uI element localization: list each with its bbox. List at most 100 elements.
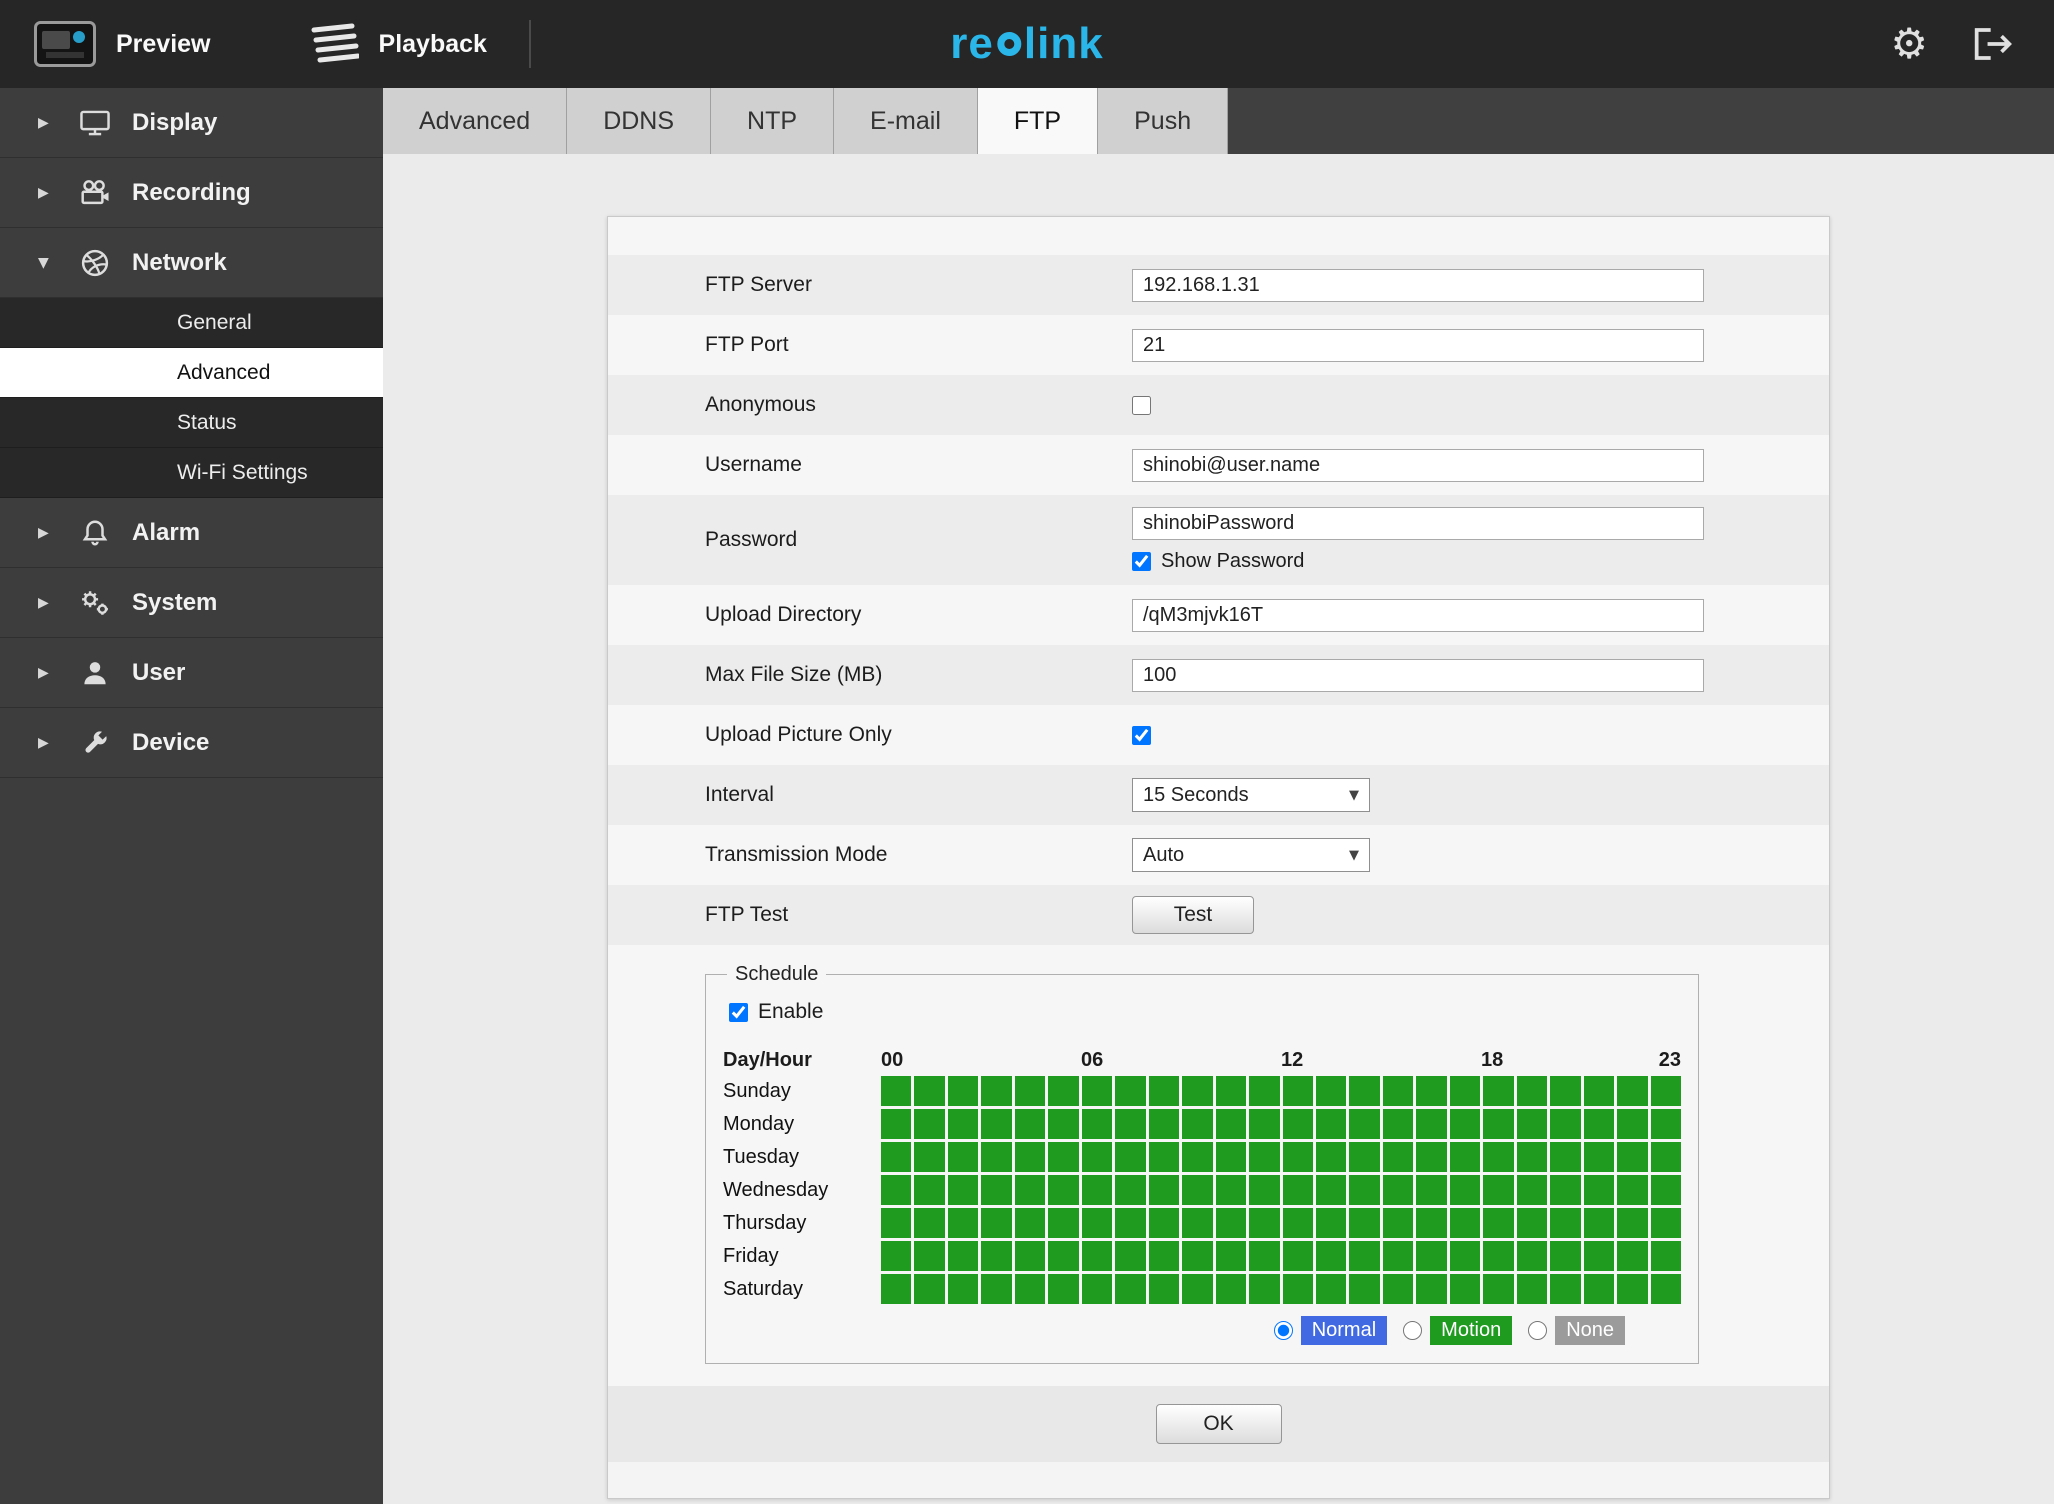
schedule-cell[interactable] [1516, 1076, 1548, 1106]
schedule-cell[interactable] [1182, 1109, 1213, 1139]
schedule-cell[interactable] [1583, 1175, 1615, 1205]
schedule-cell[interactable] [1650, 1109, 1681, 1139]
schedule-cell[interactable] [1516, 1109, 1548, 1139]
schedule-cell[interactable] [881, 1241, 912, 1271]
schedule-cell[interactable] [1315, 1175, 1347, 1205]
schedule-cell[interactable] [1449, 1175, 1481, 1205]
sidebar-item-recording[interactable]: ▶ Recording [0, 158, 383, 228]
schedule-cell[interactable] [1182, 1208, 1213, 1238]
schedule-cell[interactable] [1617, 1208, 1648, 1238]
schedule-cell[interactable] [947, 1076, 979, 1106]
schedule-cell[interactable] [981, 1208, 1012, 1238]
schedule-cell[interactable] [1315, 1241, 1347, 1271]
mode-motion-radio[interactable] [1403, 1321, 1423, 1340]
schedule-cell[interactable] [1382, 1208, 1414, 1238]
schedule-cell[interactable] [1148, 1142, 1180, 1172]
sidebar-item-system[interactable]: ▶ System [0, 568, 383, 638]
schedule-cell[interactable] [1048, 1109, 1079, 1139]
schedule-cell[interactable] [1483, 1109, 1514, 1139]
schedule-cell[interactable] [1449, 1274, 1481, 1304]
schedule-cell[interactable] [1249, 1076, 1280, 1106]
schedule-cell[interactable] [1449, 1109, 1481, 1139]
schedule-cell[interactable] [1583, 1274, 1615, 1304]
schedule-cell[interactable] [1617, 1175, 1648, 1205]
sidebar-item-advanced[interactable]: Advanced [0, 348, 383, 398]
schedule-cell[interactable] [1483, 1076, 1514, 1106]
schedule-cell[interactable] [1182, 1241, 1213, 1271]
schedule-cell[interactable] [1014, 1076, 1046, 1106]
schedule-cell[interactable] [1516, 1241, 1548, 1271]
schedule-cell[interactable] [1215, 1109, 1247, 1139]
transmission-mode-select[interactable]: Auto ▼ [1132, 838, 1370, 872]
schedule-cell[interactable] [1115, 1208, 1146, 1238]
tab-ftp[interactable]: FTP [977, 88, 1099, 154]
mode-normal-radio[interactable] [1273, 1321, 1293, 1340]
schedule-cell[interactable] [881, 1175, 912, 1205]
schedule-cell[interactable] [1416, 1241, 1447, 1271]
schedule-cell[interactable] [1483, 1142, 1514, 1172]
schedule-cell[interactable] [1516, 1208, 1548, 1238]
schedule-cell[interactable] [1349, 1109, 1380, 1139]
schedule-cell[interactable] [1014, 1241, 1046, 1271]
schedule-cell[interactable] [1516, 1274, 1548, 1304]
schedule-cell[interactable] [1282, 1208, 1313, 1238]
schedule-cell[interactable] [1617, 1109, 1648, 1139]
schedule-cell[interactable] [1249, 1109, 1280, 1139]
schedule-cell[interactable] [1249, 1208, 1280, 1238]
schedule-cell[interactable] [1182, 1175, 1213, 1205]
schedule-cell[interactable] [981, 1274, 1012, 1304]
schedule-cell[interactable] [1315, 1142, 1347, 1172]
schedule-cell[interactable] [1349, 1241, 1380, 1271]
schedule-cell[interactable] [1282, 1142, 1313, 1172]
schedule-cell[interactable] [914, 1109, 945, 1139]
schedule-cell[interactable] [1617, 1274, 1648, 1304]
anonymous-checkbox[interactable] [1132, 395, 1151, 415]
schedule-cell[interactable] [1115, 1274, 1146, 1304]
schedule-cell[interactable] [1081, 1142, 1113, 1172]
schedule-cell[interactable] [1382, 1076, 1414, 1106]
tab-ddns[interactable]: DDNS [567, 88, 712, 154]
schedule-cell[interactable] [1048, 1208, 1079, 1238]
sidebar-item-alarm[interactable]: ▶ Alarm [0, 498, 383, 568]
sidebar-item-device[interactable]: ▶ Device [0, 708, 383, 778]
schedule-cell[interactable] [1215, 1208, 1247, 1238]
ok-button[interactable]: OK [1155, 1404, 1282, 1444]
schedule-cell[interactable] [1115, 1175, 1146, 1205]
schedule-cell[interactable] [1215, 1142, 1247, 1172]
schedule-cell[interactable] [1014, 1208, 1046, 1238]
schedule-cell[interactable] [1315, 1208, 1347, 1238]
schedule-cell[interactable] [1449, 1241, 1481, 1271]
schedule-cell[interactable] [1249, 1142, 1280, 1172]
schedule-cell[interactable] [1617, 1142, 1648, 1172]
schedule-cell[interactable] [1282, 1109, 1313, 1139]
schedule-cell[interactable] [881, 1142, 912, 1172]
schedule-cell[interactable] [1182, 1076, 1213, 1106]
schedule-cell[interactable] [1148, 1076, 1180, 1106]
schedule-cell[interactable] [1148, 1175, 1180, 1205]
schedule-cell[interactable] [1650, 1142, 1681, 1172]
schedule-cell[interactable] [1014, 1274, 1046, 1304]
ftp-port-input[interactable] [1132, 328, 1704, 362]
schedule-cell[interactable] [1182, 1142, 1213, 1172]
max-file-size-input[interactable] [1132, 658, 1704, 692]
schedule-cell[interactable] [881, 1109, 912, 1139]
schedule-cell[interactable] [1148, 1241, 1180, 1271]
schedule-cell[interactable] [881, 1076, 912, 1106]
schedule-cell[interactable] [1349, 1076, 1380, 1106]
schedule-cell[interactable] [1315, 1076, 1347, 1106]
schedule-cell[interactable] [1048, 1274, 1079, 1304]
schedule-cell[interactable] [914, 1241, 945, 1271]
schedule-cell[interactable] [1249, 1175, 1280, 1205]
sidebar-item-general[interactable]: General [0, 298, 383, 348]
schedule-cell[interactable] [1382, 1142, 1414, 1172]
schedule-cell[interactable] [947, 1109, 979, 1139]
schedule-cell[interactable] [1516, 1142, 1548, 1172]
schedule-cell[interactable] [1583, 1208, 1615, 1238]
schedule-cell[interactable] [947, 1274, 979, 1304]
ftp-server-input[interactable] [1132, 268, 1704, 302]
settings-gear-icon[interactable]: ⚙ [1890, 23, 1928, 65]
username-input[interactable] [1132, 448, 1704, 482]
schedule-cell[interactable] [1583, 1142, 1615, 1172]
tab-advanced[interactable]: Advanced [383, 88, 568, 154]
playback-nav[interactable]: Playback [307, 23, 487, 65]
